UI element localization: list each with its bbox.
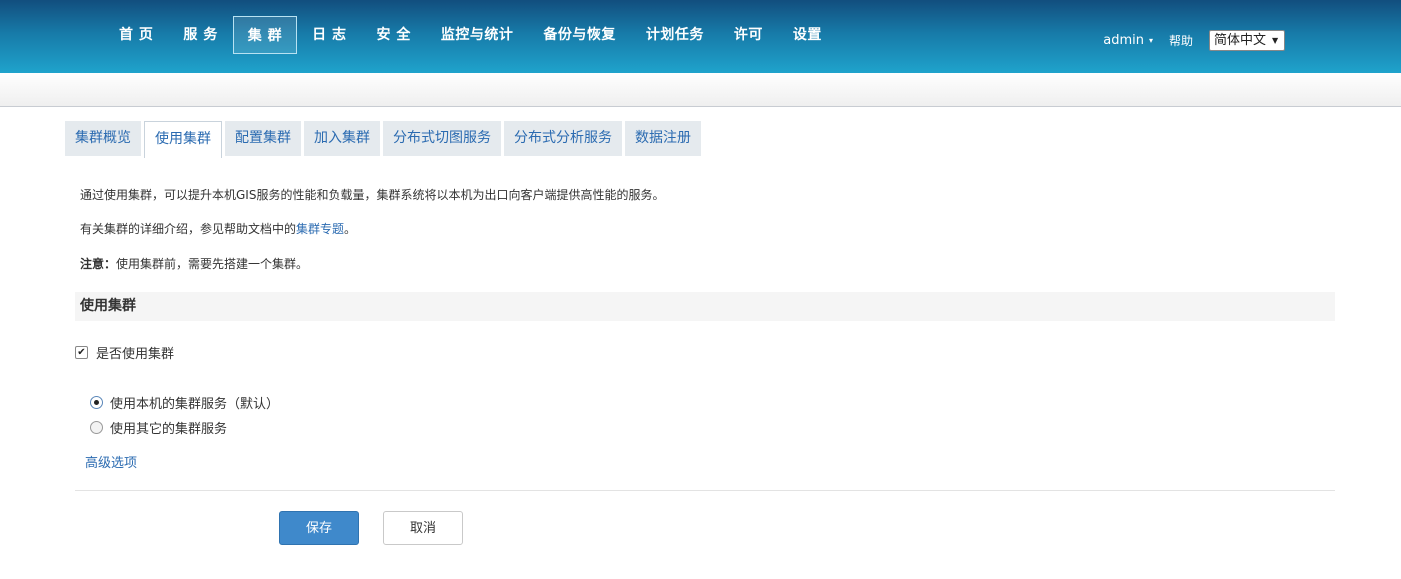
main-nav: 首 页 服 务 集 群 日 志 安 全 监控与统计 备份与恢复 计划任务 许可 … — [104, 16, 837, 56]
advanced-options-link[interactable]: 高级选项 — [85, 452, 137, 471]
radio-local-cluster[interactable] — [90, 396, 103, 409]
nav-item-cluster[interactable]: 集 群 — [232, 16, 298, 54]
section-title: 使用集群 — [75, 292, 1335, 321]
help-reference: 有关集群的详细介绍，参见帮助文档中的集群专题。 — [80, 220, 356, 237]
tab-distributed-tiling[interactable]: 分布式切图服务 — [383, 121, 501, 156]
cancel-button[interactable]: 取消 — [383, 511, 463, 545]
header-tools: admin ▾ 帮助 简体中文 ▼ — [1103, 30, 1285, 51]
user-menu[interactable]: admin ▾ — [1103, 33, 1153, 48]
nav-item-security[interactable]: 安 全 — [362, 16, 426, 54]
help-suffix-text: 。 — [344, 222, 357, 236]
radio-other-cluster[interactable] — [90, 421, 103, 434]
sub-header-bar — [0, 73, 1401, 107]
intro-text: 通过使用集群，可以提升本机GIS服务的性能和负载量，集群系统将以本机为出口向客户… — [80, 188, 665, 202]
tab-join-cluster[interactable]: 加入集群 — [304, 121, 380, 156]
user-name: admin — [1103, 33, 1144, 48]
dropdown-arrow-icon: ▼ — [1272, 36, 1279, 45]
radio-other-cluster-label: 使用其它的集群服务 — [110, 422, 228, 437]
nav-item-scheduled-tasks[interactable]: 计划任务 — [631, 16, 719, 54]
nav-item-logs[interactable]: 日 志 — [297, 16, 361, 54]
tab-data-registration[interactable]: 数据注册 — [625, 121, 701, 156]
note-label: 注意： — [80, 257, 117, 271]
language-value: 简体中文 — [1214, 33, 1267, 48]
save-button[interactable]: 保存 — [279, 511, 359, 545]
help-prefix-text: 有关集群的详细介绍，参见帮助文档中的 — [80, 222, 297, 236]
cluster-topic-link[interactable]: 集群专题 — [296, 222, 344, 236]
note-text: 注意：使用集群前，需要先搭建一个集群。 — [80, 255, 308, 272]
tab-configure-cluster[interactable]: 配置集群 — [225, 121, 301, 156]
nav-item-monitoring[interactable]: 监控与统计 — [426, 16, 529, 54]
nav-item-license[interactable]: 许可 — [719, 16, 778, 54]
nav-item-services[interactable]: 服 务 — [168, 16, 232, 54]
nav-item-settings[interactable]: 设置 — [778, 16, 837, 54]
help-link[interactable]: 帮助 — [1169, 32, 1193, 49]
tab-distributed-analysis[interactable]: 分布式分析服务 — [504, 121, 622, 156]
top-navigation-bar: 首 页 服 务 集 群 日 志 安 全 监控与统计 备份与恢复 计划任务 许可 … — [0, 0, 1401, 73]
nav-item-home[interactable]: 首 页 — [104, 16, 168, 54]
tab-cluster-overview[interactable]: 集群概览 — [65, 121, 141, 156]
tab-use-cluster[interactable]: 使用集群 — [144, 121, 222, 158]
use-cluster-checkbox[interactable]: ✔ — [75, 346, 88, 359]
radio-local-cluster-label: 使用本机的集群服务（默认） — [110, 397, 280, 412]
language-select[interactable]: 简体中文 ▼ — [1209, 30, 1285, 51]
nav-item-backup[interactable]: 备份与恢复 — [528, 16, 631, 54]
note-body: 使用集群前，需要先搭建一个集群。 — [116, 257, 309, 271]
radio-other-cluster-row[interactable]: 使用其它的集群服务 — [90, 418, 227, 437]
cluster-tabs: 集群概览 使用集群 配置集群 加入集群 分布式切图服务 分布式分析服务 数据注册 — [65, 121, 701, 158]
use-cluster-checkbox-label: 是否使用集群 — [96, 347, 175, 362]
caret-down-icon: ▾ — [1148, 36, 1153, 45]
radio-local-cluster-row[interactable]: 使用本机的集群服务（默认） — [90, 393, 279, 412]
use-cluster-checkbox-row[interactable]: ✔ 是否使用集群 — [75, 343, 174, 362]
form-divider — [75, 490, 1335, 491]
